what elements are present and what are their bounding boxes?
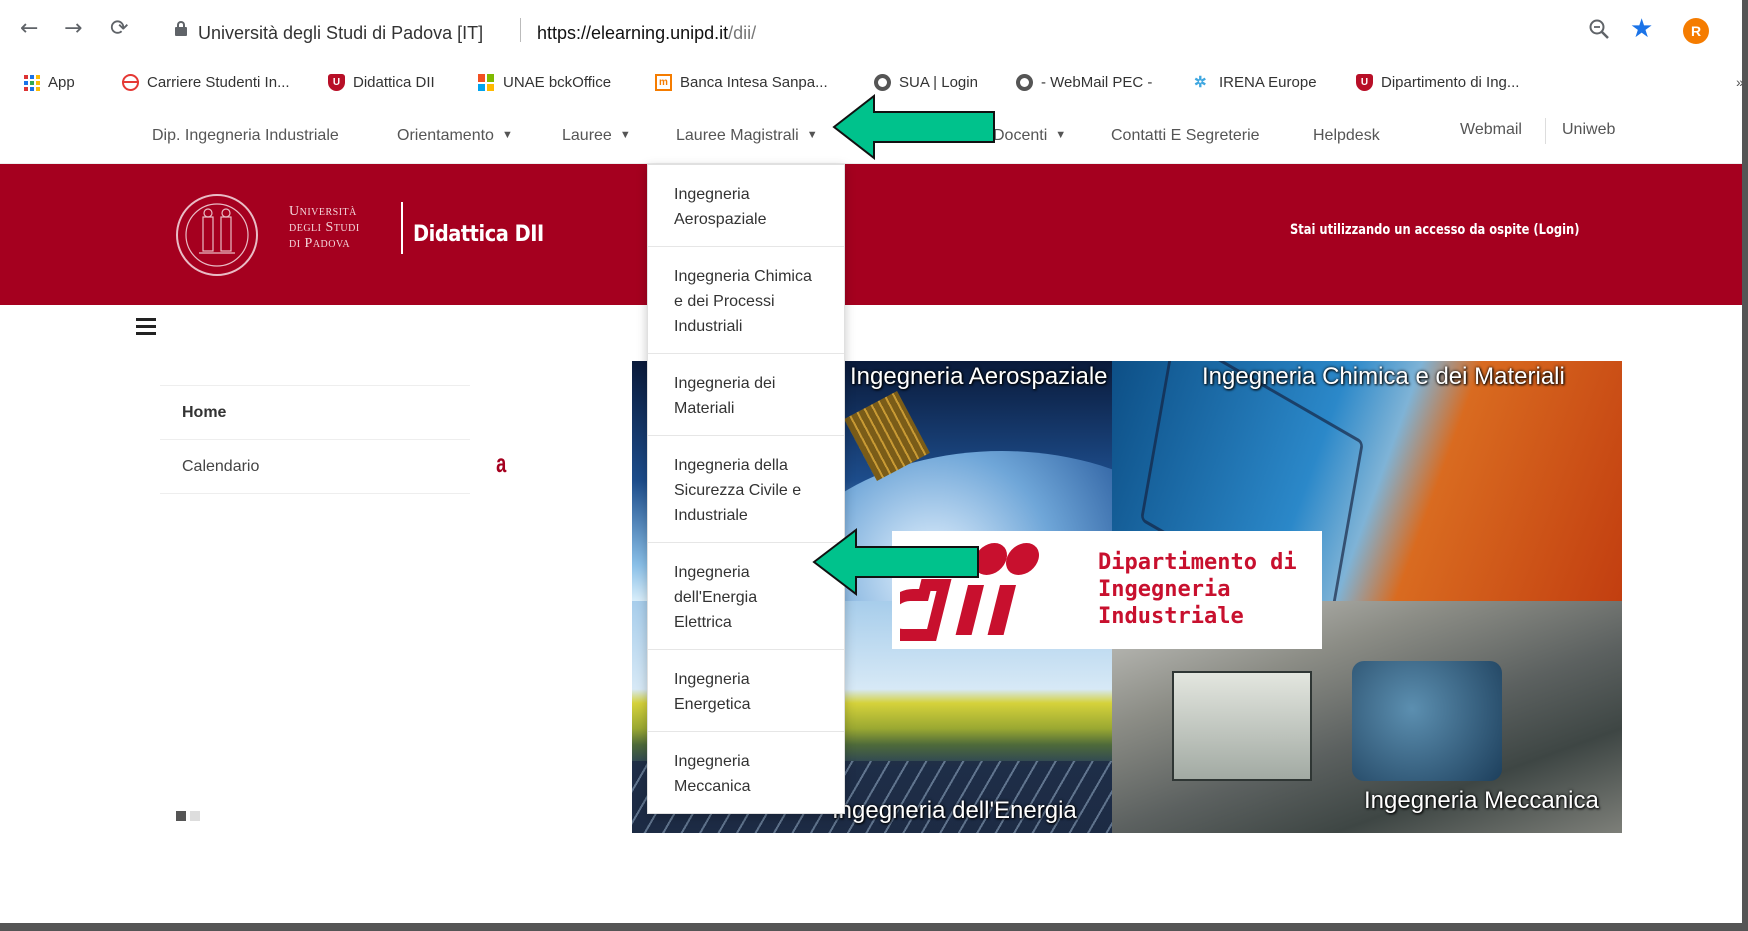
bookmark-label: Carriere Studenti In...	[147, 74, 290, 91]
lauree-magistrali-dropdown: Ingegneria Aerospaziale Ingegneria Chimi…	[647, 164, 845, 814]
bookmark-label: App	[48, 74, 75, 91]
irena-icon: ✲	[1194, 74, 1207, 91]
back-icon[interactable]: ←	[20, 16, 38, 41]
tile-label: Ingegneria dell'Energia	[832, 797, 1077, 824]
forward-icon[interactable]: →	[64, 16, 82, 41]
nav-orientamento[interactable]: Orientamento ▼	[397, 127, 513, 145]
nav-lauree-magistrali[interactable]: Lauree Magistrali ▼	[676, 127, 818, 145]
annotation-arrow-left-icon	[832, 94, 995, 160]
nav-helpdesk[interactable]: Helpdesk	[1313, 127, 1380, 145]
bookmark-irena[interactable]: ✲ IRENA Europe	[1194, 74, 1317, 91]
reload-icon[interactable]: ⟳	[110, 16, 128, 41]
nav-webmail[interactable]: Webmail	[1460, 121, 1522, 139]
caret-down-icon: ▼	[619, 129, 631, 141]
bookmark-label: Dipartimento di Ing...	[1381, 74, 1520, 91]
url-path: /dii/	[728, 23, 757, 43]
nav-contatti[interactable]: Contatti E Segreterie	[1111, 127, 1260, 145]
unipd-shield-icon: U	[328, 74, 345, 91]
unipd-shield-icon: U	[1356, 74, 1373, 91]
nav-uniweb[interactable]: Uniweb	[1562, 121, 1615, 139]
bookmark-didattica[interactable]: U Didattica DII	[328, 74, 435, 91]
bookmark-label: IRENA Europe	[1219, 74, 1317, 91]
caret-down-icon: ▼	[1055, 129, 1067, 141]
univ-line: Università	[289, 204, 357, 219]
bookmark-apps[interactable]: App	[24, 74, 75, 91]
bookmark-label: SUA | Login	[899, 74, 978, 91]
motor-image	[1352, 661, 1502, 781]
dropdown-item-materiali[interactable]: Ingegneria dei Materiali	[648, 354, 844, 436]
nav-label: Orientamento	[397, 127, 494, 144]
star-icon[interactable]: ★	[1630, 14, 1653, 44]
bookmark-label: Didattica DII	[353, 74, 435, 91]
university-name: Università degli Studi di Padova	[289, 204, 360, 252]
brand-separator	[401, 202, 403, 254]
bookmark-banca[interactable]: m Banca Intesa Sanpa...	[655, 74, 828, 91]
nav-lauree[interactable]: Lauree ▼	[562, 127, 631, 145]
university-seal-logo[interactable]	[171, 191, 267, 279]
zoom-icon[interactable]	[1588, 18, 1610, 40]
hamburger-menu-icon[interactable]	[136, 318, 156, 336]
nav-label: Docenti	[993, 127, 1048, 144]
header-banner: Università degli Studi di Padova Didatti…	[0, 164, 1742, 305]
browser-window: ← → ⟳ Università degli Studi di Padova […	[0, 0, 1748, 931]
tile-label: Ingegneria Chimica e dei Materiali	[1202, 363, 1565, 390]
nav-docenti[interactable]: Docenti ▼	[993, 127, 1066, 145]
side-item-home[interactable]: Home	[160, 386, 470, 440]
caret-down-icon: ▼	[806, 129, 818, 141]
partial-heading: a	[496, 448, 507, 478]
apps-grid-icon	[24, 74, 40, 91]
nav-label: Lauree	[562, 127, 612, 144]
bookmark-carriere[interactable]: Carriere Studenti In...	[122, 74, 290, 91]
site-identity[interactable]: Università degli Studi di Padova [IT]	[198, 23, 483, 44]
site-title[interactable]: Didattica DII	[413, 222, 544, 247]
menu-icon[interactable]: ⋮	[1734, 14, 1742, 40]
pager-dot-active[interactable]	[176, 811, 186, 821]
dropdown-item-aerospaziale[interactable]: Ingegneria Aerospaziale	[648, 165, 844, 247]
side-menu: Home Calendario	[160, 385, 470, 494]
univ-line: di Padova	[289, 236, 351, 251]
tile-label: Ingegneria Aerospaziale	[850, 363, 1108, 390]
dropdown-item-meccanica[interactable]: Ingegneria Meccanica	[648, 732, 844, 813]
bank-icon: m	[655, 74, 672, 91]
caret-down-icon: ▼	[501, 129, 513, 141]
side-item-calendario[interactable]: Calendario	[160, 440, 470, 494]
bookmark-unae[interactable]: UNAE bckOffice	[478, 74, 611, 91]
dropdown-item-energetica[interactable]: Ingegneria Energetica	[648, 650, 844, 732]
bookmark-label: Banca Intesa Sanpa...	[680, 74, 828, 91]
bookmark-webmail-pec[interactable]: - WebMail PEC -	[1016, 74, 1152, 91]
annotation-arrow-left-icon	[812, 528, 979, 596]
globe-icon	[122, 74, 139, 91]
bookmark-label: UNAE bckOffice	[503, 74, 612, 91]
dept-line: Ingegneria	[1098, 577, 1231, 602]
bookmarks-overflow-button[interactable]: »	[1736, 74, 1742, 90]
nav-dip-ingegneria[interactable]: Dip. Ingegneria Industriale	[152, 127, 339, 145]
slider-pager	[176, 811, 200, 821]
bookmark-label: - WebMail PEC -	[1041, 74, 1153, 91]
lock-icon[interactable]	[175, 21, 187, 36]
microsoft-icon	[478, 74, 495, 91]
univ-line: degli Studi	[289, 220, 360, 235]
browser-toolbar: ← → ⟳ Università degli Studi di Padova […	[0, 0, 1742, 70]
guest-login-link[interactable]: Stai utilizzando un accesso da ospite (L…	[1290, 222, 1579, 238]
machine-image	[1172, 671, 1312, 781]
dropdown-item-sicurezza[interactable]: Ingegneria della Sicurezza Civile e Indu…	[648, 436, 844, 543]
pager-dot[interactable]	[190, 811, 200, 821]
tile-label: Ingegneria Meccanica	[1364, 787, 1599, 814]
url-host: https://elearning.unipd.it	[537, 23, 729, 43]
nav-label: Lauree Magistrali	[676, 127, 799, 144]
dept-line: Dipartimento di	[1098, 550, 1297, 575]
dept-line: Industriale	[1098, 604, 1244, 629]
department-name: Dipartimento di Ingegneria Industriale	[1098, 549, 1297, 630]
url-field[interactable]: https://elearning.unipd.it/dii/	[537, 23, 756, 44]
dropdown-item-chimica[interactable]: Ingegneria Chimica e dei Processi Indust…	[648, 247, 844, 354]
bookmark-dipartimento[interactable]: U Dipartimento di Ing...	[1356, 74, 1519, 91]
url-separator	[520, 18, 521, 42]
sphere-icon	[1016, 74, 1033, 91]
sphere-icon	[874, 74, 891, 91]
bookmark-sua[interactable]: SUA | Login	[874, 74, 978, 91]
avatar[interactable]: R	[1683, 18, 1709, 44]
nav-divider	[1545, 118, 1546, 144]
